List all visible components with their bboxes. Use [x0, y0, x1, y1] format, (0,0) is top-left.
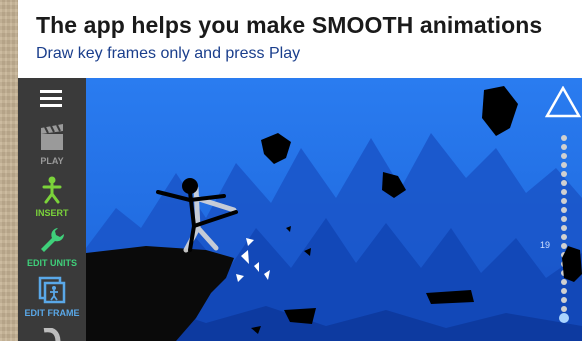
stickman-add-icon [42, 176, 62, 204]
frame-thumbnail-rock [562, 246, 582, 282]
scroll-up-triangle-icon[interactable] [545, 86, 581, 118]
edit-frame-button[interactable]: EDIT FRAME [18, 276, 86, 318]
page-subtitle: Draw key frames only and press Play [36, 45, 301, 62]
edit-units-label: EDIT UNITS [26, 258, 77, 268]
more-tool-icon[interactable] [42, 328, 62, 341]
insert-label: INSERT [35, 208, 69, 218]
edit-frame-label: EDIT FRAME [24, 308, 80, 318]
timeline-dots [559, 135, 569, 323]
frame-number: 19 [540, 240, 551, 250]
clapperboard-icon [41, 124, 63, 150]
wrench-icon [41, 228, 65, 252]
edit-units-button[interactable]: EDIT UNITS [18, 226, 86, 268]
frame-timeline[interactable]: 19 [540, 78, 582, 341]
animation-canvas[interactable] [86, 78, 582, 341]
app-screen: PLAY INSERT EDIT UNITS EDIT FRAME 19 [18, 78, 582, 341]
page-title: The app helps you make SMOOTH animations [36, 12, 543, 38]
play-label: PLAY [40, 156, 64, 166]
play-button[interactable]: PLAY [18, 122, 86, 166]
insert-button[interactable]: INSERT [18, 176, 86, 218]
tool-sidebar: PLAY INSERT EDIT UNITS EDIT FRAME [18, 78, 86, 341]
frame-edit-icon [38, 276, 66, 304]
hamburger-menu-icon[interactable] [40, 90, 62, 108]
